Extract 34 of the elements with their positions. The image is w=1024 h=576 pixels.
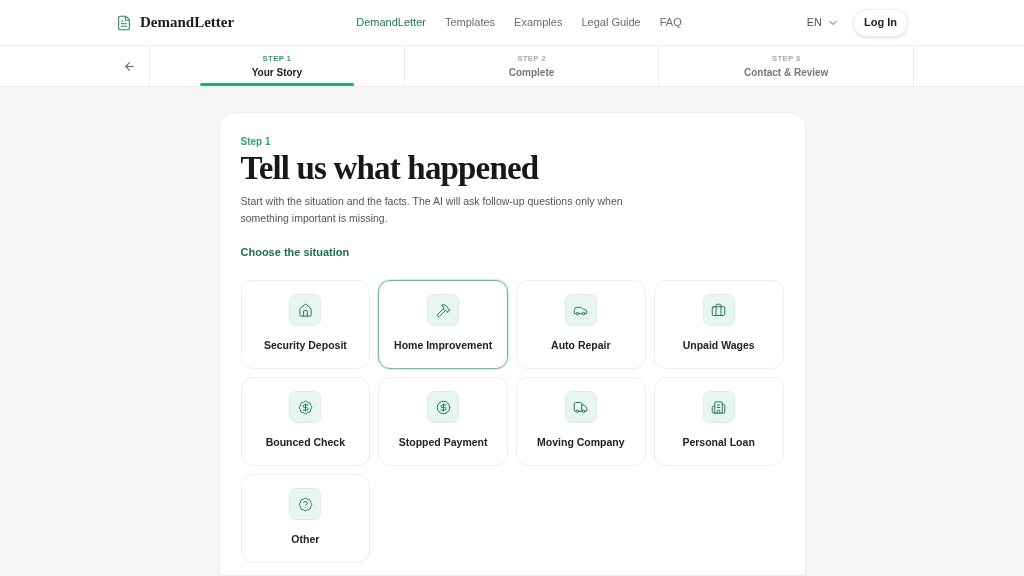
situation-option[interactable]: Security Deposit	[240, 279, 371, 369]
situation-option[interactable]: Personal Loan	[653, 376, 784, 466]
step-tab[interactable]: STEP 1 Your Story	[150, 46, 405, 86]
hammer-icon	[435, 302, 451, 318]
situation-option[interactable]: Unpaid Wages	[653, 279, 784, 369]
step-tab[interactable]: STEP 3 Contact & Review	[659, 46, 914, 86]
nav-link[interactable]: Examples	[514, 14, 563, 31]
page-title: Tell us what happened	[240, 149, 540, 187]
situation-option[interactable]: Home Improvement	[378, 279, 508, 369]
nav-link[interactable]: DemandLetter	[356, 14, 426, 31]
dollar-badge-icon	[297, 399, 313, 415]
situation-option[interactable]: Stopped Payment	[378, 376, 508, 466]
step-label: Step 1	[240, 135, 272, 149]
situation-option[interactable]: Auto Repair	[516, 279, 646, 369]
brand-name[interactable]: DemandLetter	[140, 11, 235, 34]
description: Start with the situation and the facts. The AI will ask follow-up questions only when something important is missing.	[240, 194, 624, 226]
nav-link[interactable]: Legal Guide	[581, 14, 641, 31]
section-label: Choose the situation	[240, 245, 351, 260]
situation-option[interactable]: Bounced Check	[240, 376, 371, 466]
logo-icon	[116, 13, 132, 32]
truck-icon	[573, 399, 589, 415]
briefcase-icon	[711, 302, 727, 318]
situation-option[interactable]: Moving Company	[516, 376, 646, 466]
nav-link[interactable]: Templates	[444, 14, 496, 31]
situation-option[interactable]: Other	[240, 473, 371, 563]
login-button[interactable]: Log In	[853, 8, 908, 37]
dollar-circle-icon	[435, 399, 451, 415]
building-icon	[711, 399, 727, 415]
question-badge-icon	[297, 496, 313, 512]
step-tab[interactable]: STEP 2 Complete	[404, 46, 660, 86]
house-icon	[297, 302, 313, 318]
language-selector[interactable]: EN	[806, 14, 839, 31]
nav-link[interactable]: FAQ	[659, 14, 682, 31]
back-arrow-icon	[123, 59, 136, 73]
